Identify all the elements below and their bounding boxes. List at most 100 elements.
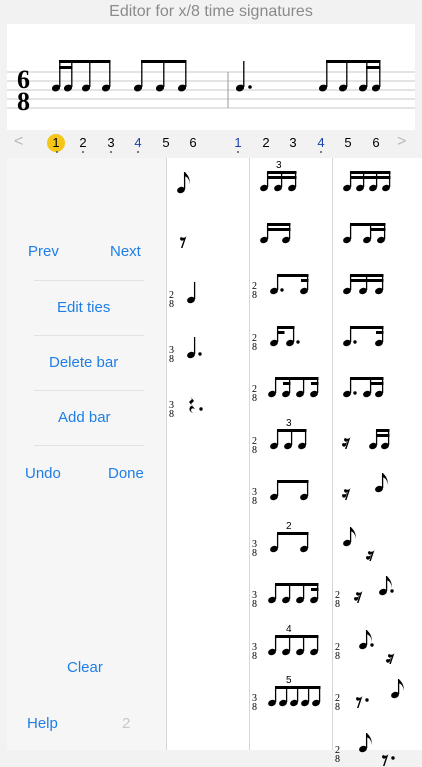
palette-column-2: 32828282833838238384385 — [249, 158, 332, 750]
ts-bottom: 8 — [252, 651, 257, 662]
help-button[interactable]: Help — [27, 714, 58, 734]
divider — [34, 335, 144, 336]
beat-2-1[interactable]: 1 — [228, 134, 248, 152]
palette-item-sixteenth-rest-dotted-eighth[interactable]: 28 — [333, 572, 421, 612]
palette-column-1: 28 38 38 — [166, 158, 249, 750]
undo-button[interactable]: Undo — [25, 464, 61, 484]
bar1-group1 — [51, 60, 111, 92]
rhythm-glyph: 28 — [252, 325, 300, 353]
ts-bottom: 8 — [169, 354, 174, 365]
rhythm-glyph: 382 — [252, 521, 309, 559]
palette-item-mixed-eighths-and-sixteenths[interactable]: 38 — [250, 572, 330, 612]
rhythm-glyph: 28 — [335, 679, 404, 713]
rhythm-glyph: 38 — [252, 583, 319, 610]
bar2-dotted-quarter — [235, 61, 252, 92]
beat-marker — [56, 151, 58, 153]
palette-item-quadruplet[interactable]: 384 — [250, 624, 330, 664]
delete-bar-button[interactable]: Delete bar — [49, 353, 118, 373]
rhythm-glyph — [343, 325, 384, 346]
rhythm-glyph: 385 — [252, 675, 321, 713]
divider — [34, 445, 144, 446]
rhythm-glyph: 28 — [252, 274, 309, 301]
score-staff: 6 8 — [7, 60, 415, 116]
palette-item-dotted-eighth-sixteenth-rest[interactable]: 28 — [333, 624, 421, 664]
rhythm-glyph: 28 — [335, 629, 395, 664]
palette-item-sixteenth-rest-sixteenths[interactable] — [333, 418, 421, 458]
beat-1-1-selected[interactable]: 1 — [47, 134, 65, 152]
palette-item-dotted-quarter-note[interactable]: 38 — [167, 327, 247, 367]
svg-text:2: 2 — [286, 521, 292, 532]
beat-1-4[interactable]: 4 — [128, 134, 148, 152]
palette-item-dotted-eighth-sixteenth[interactable]: 28 — [250, 263, 330, 303]
ts-bottom: 8 — [252, 393, 257, 404]
palette-item-eighth-sixteenth-rest[interactable] — [333, 521, 421, 561]
palette-item-dotted-eighth-two-sixteenths[interactable] — [333, 366, 421, 406]
beat-marker — [320, 151, 322, 153]
ts-bottom: 8 — [335, 754, 340, 765]
beat-1-2[interactable]: 2 — [73, 134, 93, 152]
palette-item-three-sixteenths-dotted[interactable] — [333, 263, 421, 303]
ts-bottom: 8 — [252, 496, 257, 507]
rhythm-glyph — [343, 526, 375, 561]
palette-column-3: 28 28 28 28 — [332, 158, 422, 766]
beat-marker — [110, 151, 112, 153]
rhythm-glyph — [177, 172, 190, 194]
beat-2-5[interactable]: 5 — [338, 134, 358, 152]
palette-item-quintuplet[interactable]: 385 — [250, 675, 330, 715]
palette-item-eighth-note[interactable] — [167, 162, 247, 202]
ts-bottom: 8 — [252, 599, 257, 610]
ts-bottom: 8 — [169, 409, 174, 420]
next-button[interactable]: Next — [110, 242, 141, 262]
add-bar-button[interactable]: Add bar — [58, 408, 111, 428]
beat-2-6[interactable]: 6 — [366, 134, 386, 152]
beat-marker — [237, 151, 239, 153]
rhythm-glyph: 38 — [169, 337, 202, 365]
ts-bottom: 8 — [252, 702, 257, 713]
beat-2-4[interactable]: 4 — [311, 134, 331, 152]
beat-2-3[interactable]: 3 — [283, 134, 303, 152]
rhythm-glyph — [342, 473, 388, 500]
time-signature-bottom: 8 — [17, 87, 30, 116]
palette-item-dotted-quarter-rest[interactable]: 38 — [167, 382, 247, 422]
palette-item-eighth-two-sixteenths[interactable] — [333, 212, 421, 252]
rhythm-glyph: 384 — [252, 624, 319, 662]
palette-item-four-sixteenths[interactable] — [333, 160, 421, 200]
beat-1-3[interactable]: 3 — [101, 134, 121, 152]
divider — [34, 280, 144, 281]
beat-marker — [82, 151, 84, 153]
rhythm-glyph — [343, 274, 384, 295]
prev-button[interactable]: Prev — [28, 242, 59, 262]
palette-item-eighth-rest[interactable] — [167, 217, 247, 257]
previous-beat-arrow[interactable]: < — [14, 133, 23, 151]
palette-item-quarter-note[interactable]: 28 — [167, 272, 247, 312]
palette-item-sixteenth-rest-eighth[interactable] — [333, 469, 421, 509]
svg-text:5: 5 — [286, 675, 292, 686]
palette-item-dotted-quarter-eighth[interactable]: 38 — [250, 469, 330, 509]
ts-bottom: 8 — [252, 445, 257, 456]
palette-item-duplet[interactable]: 382 — [250, 521, 330, 561]
palette-item-two-sixteenths[interactable] — [250, 212, 330, 252]
palette-item-dotted-eighth-sixteenth[interactable] — [333, 315, 421, 355]
divider — [34, 390, 144, 391]
ts-bottom: 8 — [252, 290, 257, 301]
palette-item-sixteenth-triplet[interactable]: 3 — [250, 160, 330, 200]
palette-item-eighth-two-sixteenths-pattern[interactable]: 28 — [250, 366, 330, 406]
staff-display[interactable]: 6 8 — [7, 24, 415, 130]
rhythm-glyph: 28 — [335, 732, 395, 766]
beat-2-2[interactable]: 2 — [256, 134, 276, 152]
ts-bottom: 8 — [335, 651, 340, 662]
palette-item-eighth-triplet[interactable]: 283 — [250, 418, 330, 458]
done-button[interactable]: Done — [108, 464, 144, 484]
edit-ties-button[interactable]: Edit ties — [57, 298, 110, 318]
palette-item-dotted-eighth-rest-sixteenth[interactable]: 28 — [333, 675, 421, 715]
palette-item-sixteenth-dotted-eighth[interactable]: 28 — [250, 315, 330, 355]
ts-bottom: 8 — [335, 702, 340, 713]
beat-1-5[interactable]: 5 — [156, 134, 176, 152]
rhythm-glyph: 28 — [252, 377, 319, 404]
next-beat-arrow[interactable]: > — [397, 133, 406, 151]
beat-1-6[interactable]: 6 — [183, 134, 203, 152]
palette-item-sixteenth-dotted-eighth-rest[interactable]: 28 — [333, 727, 421, 767]
ts-bottom: 8 — [252, 342, 257, 353]
clear-button[interactable]: Clear — [67, 658, 103, 678]
ts-bottom: 8 — [169, 299, 174, 310]
